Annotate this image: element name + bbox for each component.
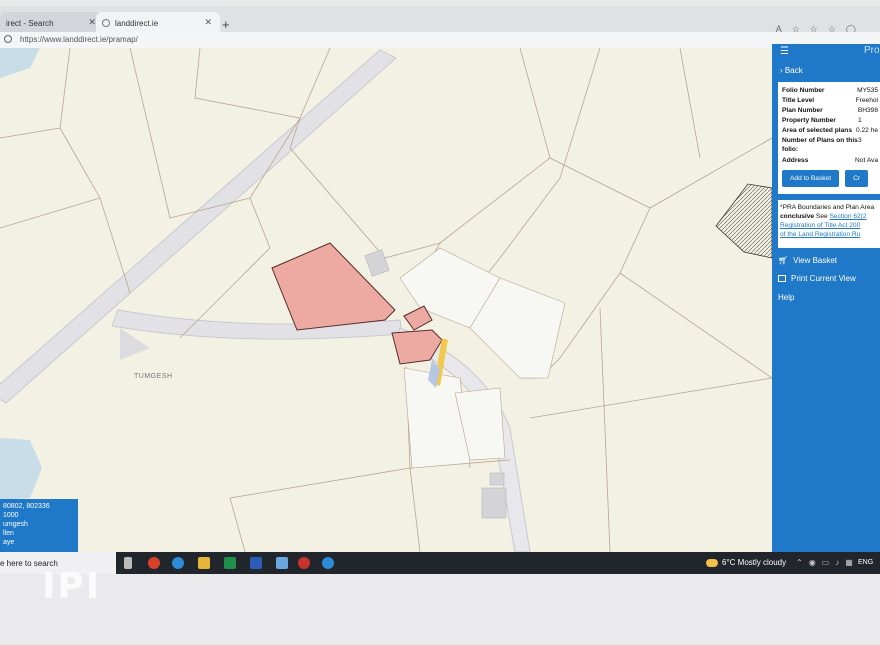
field-value: 1	[858, 117, 862, 124]
field-value: 3	[858, 137, 862, 144]
map-info-box: 80802, 802336 1000 umgesh llen aye	[0, 499, 78, 553]
field-label: Address	[782, 157, 809, 164]
notice-line: conclusive See Section 62(2	[780, 212, 880, 221]
field-label: Number of Plans on this folio:	[782, 137, 858, 153]
water-area	[0, 438, 42, 500]
field-value: BH398	[857, 107, 878, 114]
help-label: Help	[778, 293, 795, 302]
folio-row: Folio Number MY535	[782, 86, 878, 96]
section-link[interactable]: Section 62(2	[830, 213, 867, 220]
task-view-icon[interactable]	[124, 557, 132, 569]
coords-text: 80802, 802336	[3, 503, 50, 510]
rules-link[interactable]: of the Land Registration Ru	[780, 230, 880, 239]
notice-bold: conclusive	[780, 213, 815, 220]
field-label: Property Number	[782, 117, 836, 124]
info-line: llen	[3, 530, 14, 537]
hamburger-menu-icon[interactable]: ☰	[780, 46, 789, 57]
notice-text: See	[814, 213, 830, 220]
help-link[interactable]: Help	[778, 293, 794, 302]
tab-bar: irect - Search ✕ landdirect.ie ✕ +	[0, 6, 880, 34]
field-label: Folio Number	[782, 87, 825, 94]
field-label: Title Level	[782, 97, 815, 104]
field-value: Freehol	[855, 97, 878, 104]
folio-row: Address Not Ava	[782, 156, 878, 166]
folio-row: Number of Plans on this folio: 3	[782, 136, 878, 156]
create-button[interactable]: Cr	[845, 170, 869, 187]
tab-landdirect[interactable]: landdirect.ie ✕	[96, 12, 220, 34]
info-icon[interactable]	[4, 35, 12, 43]
chevron-right-icon: ›	[780, 66, 783, 75]
word-icon[interactable]	[250, 557, 262, 569]
folio-row: Plan Number BH398	[782, 106, 878, 116]
folio-row: Property Number 1	[782, 116, 878, 126]
act-link[interactable]: Registration of Title Act 200	[780, 221, 880, 230]
browser-app-icon[interactable]	[148, 557, 160, 569]
tab-search[interactable]: irect - Search ✕	[0, 12, 104, 34]
taskbar: 6°C Mostly cloudy ⌃◉▭♪▦ ENG	[116, 552, 880, 574]
weather-text: 6°C Mostly cloudy	[722, 558, 787, 567]
add-to-basket-button[interactable]: Add to Basket	[782, 170, 840, 187]
edge-icon[interactable]	[172, 557, 184, 569]
info-line: umgesh	[3, 521, 28, 528]
language-indicator[interactable]: ENG	[858, 559, 873, 566]
tab-label: landdirect.ie	[115, 18, 159, 28]
scale-text: 1000	[3, 512, 19, 519]
sidebar-header: ☰ Pro	[772, 44, 880, 58]
water-area	[0, 48, 40, 78]
cart-icon: 🛒︎	[778, 256, 789, 265]
road-main	[0, 49, 397, 404]
map-canvas[interactable]: TUMGESH	[0, 48, 772, 552]
chrome-icon[interactable]	[298, 557, 310, 569]
road-junction	[120, 328, 150, 360]
excel-icon[interactable]	[224, 557, 236, 569]
print-icon	[778, 275, 786, 282]
cloud-icon	[706, 558, 718, 567]
folio-row: Area of selected plans 0.22 he	[782, 126, 878, 136]
info-line: aye	[3, 539, 15, 546]
field-value: 0.22 he	[856, 127, 878, 134]
field-value: MY535	[857, 87, 878, 94]
field-label: Plan Number	[782, 107, 823, 114]
field-label: Area of selected plans	[782, 127, 852, 134]
globe-icon	[102, 19, 110, 27]
folio-details-panel: Folio Number MY535 Title Level Freehol P…	[778, 82, 880, 194]
tab-label: irect - Search	[6, 18, 54, 28]
field-value: Not Ava	[855, 157, 878, 164]
file-explorer-icon[interactable]	[198, 557, 210, 569]
view-basket-link[interactable]: 🛒︎ View Basket	[778, 256, 837, 265]
new-tab-button[interactable]: +	[222, 17, 230, 32]
close-icon[interactable]: ✕	[204, 17, 212, 28]
print-view-label: Print Current View	[791, 274, 856, 283]
address-bar[interactable]: https://www.landdirect.ie/pramap/	[0, 32, 880, 48]
boundary-notice: *PRA Boundaries and Plan Area conclusive…	[778, 200, 880, 248]
url-text[interactable]: https://www.landdirect.ie/pramap/	[20, 35, 138, 44]
map-drawing	[0, 48, 772, 552]
folio-actions: Add to Basket Cr	[782, 170, 869, 187]
print-view-link[interactable]: Print Current View	[778, 274, 856, 283]
app-icon[interactable]	[276, 557, 288, 569]
close-icon[interactable]: ✕	[88, 17, 96, 28]
edge-icon[interactable]	[322, 557, 334, 569]
watermark-logo: IPI	[42, 566, 102, 607]
weather-widget[interactable]: 6°C Mostly cloudy	[706, 558, 786, 567]
monitor-bezel	[0, 574, 880, 645]
townland-label: TUMGESH	[134, 373, 173, 380]
property-sidebar: ☰ Pro › Back Folio Number MY535 Title Le…	[772, 44, 880, 552]
folio-row: Title Level Freehol	[782, 96, 878, 106]
hatched-parcel	[715, 183, 772, 259]
sidebar-title: Pro	[864, 45, 880, 56]
back-label: Back	[784, 66, 803, 75]
back-link[interactable]: › Back	[780, 66, 803, 75]
system-tray-icons[interactable]: ⌃◉▭♪▦	[796, 558, 859, 567]
view-basket-label: View Basket	[793, 256, 838, 265]
notice-line: *PRA Boundaries and Plan Area	[780, 204, 875, 211]
